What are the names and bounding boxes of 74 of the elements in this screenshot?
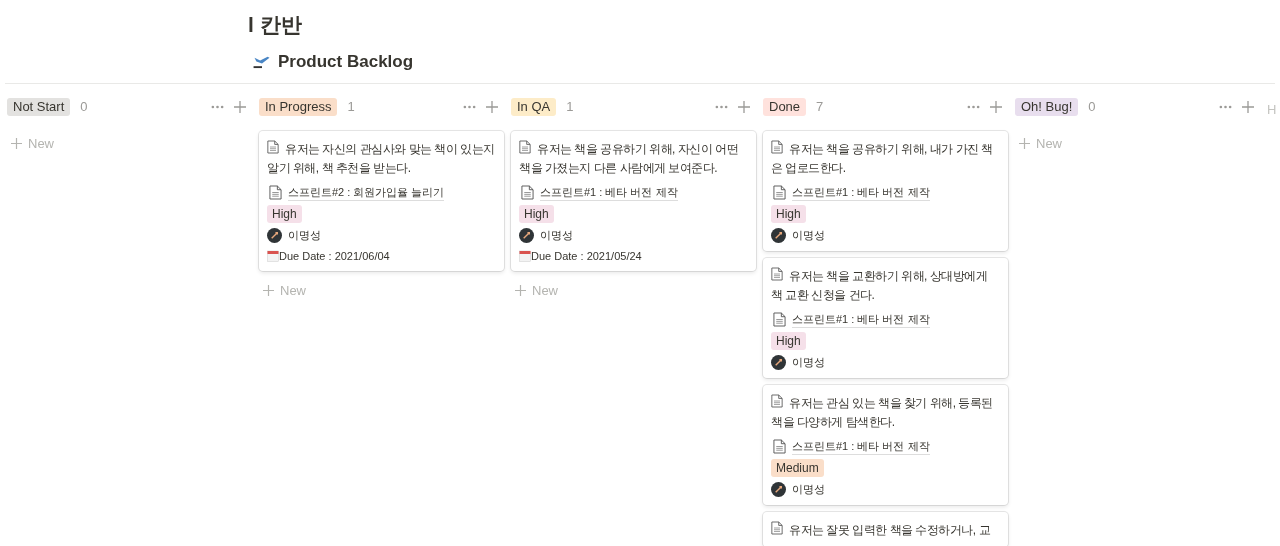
- sprint-link[interactable]: 스프린트#1 : 베타 버전 제작: [792, 183, 930, 201]
- add-icon: [263, 285, 274, 297]
- document-icon: [771, 393, 783, 408]
- card-title: 유저는 책을 공유하기 위해, 내가 가진 책은 업로드한다.: [771, 139, 994, 177]
- card-count: 1: [347, 97, 355, 116]
- more-icon[interactable]: [211, 104, 224, 109]
- document-icon: [773, 184, 786, 200]
- due-date: Due Date : 2021/06/04: [279, 248, 390, 264]
- card-count: 0: [1088, 97, 1096, 116]
- document-icon: [267, 139, 279, 154]
- card-title: 유저는 잘못 입력한 책을 수정하거나, 교: [771, 520, 990, 540]
- assignee-name: 이명성: [792, 228, 825, 243]
- priority-tag: High: [519, 205, 554, 223]
- add-icon: [515, 285, 526, 297]
- add-icon[interactable]: [990, 100, 1002, 113]
- document-icon: [771, 266, 783, 281]
- more-icon[interactable]: [1219, 104, 1232, 109]
- column-tag: In QA: [511, 97, 557, 116]
- assignee-name: 이명성: [540, 228, 573, 243]
- document-icon: [771, 520, 783, 535]
- avatar-icon: [771, 354, 786, 370]
- document-icon: [771, 139, 783, 154]
- add-icon[interactable]: [738, 100, 750, 113]
- assignee-name: 이명성: [792, 355, 825, 370]
- task-card[interactable]: 유저는 책을 공유하기 위해, 내가 가진 책은 업로드한다. 스프린트#1 : 베타 버전 제작 High 이명성: [763, 130, 1008, 251]
- calendar-icon: [519, 249, 531, 262]
- task-card[interactable]: 유저는 잘못 입력한 책을 수정하거나, 교: [763, 511, 1008, 546]
- document-icon: [773, 311, 786, 327]
- card-count: 1: [566, 97, 574, 116]
- avatar-icon: [267, 227, 282, 243]
- column-tag: H: [1267, 101, 1277, 117]
- sprint-link[interactable]: 스프린트#1 : 베타 버전 제작: [540, 183, 678, 201]
- sprint-link[interactable]: 스프린트#1 : 베타 버전 제작: [792, 310, 930, 328]
- document-icon: [773, 438, 786, 454]
- document-icon: [521, 184, 534, 200]
- card-title: 유저는 자신의 관심사와 맞는 책이 있는지 알기 위해, 책 추천을 받는다.: [267, 139, 496, 177]
- column-tag: Done: [763, 97, 807, 116]
- add-icon: [11, 137, 22, 149]
- avatar-icon: [771, 481, 786, 497]
- card-title: 유저는 책을 교환하기 위해, 상대방에게 책 교환 신청을 건다.: [771, 266, 989, 304]
- avatar-icon: [519, 227, 534, 243]
- add-icon[interactable]: [1242, 100, 1254, 113]
- priority-tag: High: [771, 332, 806, 350]
- avatar-icon: [771, 227, 786, 243]
- document-icon: [269, 184, 282, 200]
- task-card[interactable]: 유저는 자신의 관심사와 맞는 책이 있는지 알기 위해, 책 추천을 받는다. 스프린트#2 : 회원가입율 늘리기 High 이명성 Due Date : 2021/06/04: [259, 130, 504, 271]
- column-tag: Oh! Bug!: [1015, 97, 1079, 116]
- due-date: Due Date : 2021/05/24: [531, 248, 642, 264]
- sprint-link[interactable]: 스프린트#2 : 회원가입율 늘리기: [288, 183, 445, 201]
- column-tag: Not Start: [7, 97, 71, 116]
- priority-tag: High: [267, 205, 302, 223]
- column-tag: In Progress: [259, 97, 338, 116]
- assignee-name: 이명성: [792, 482, 825, 497]
- calendar-icon: [267, 249, 279, 262]
- assignee-name: 이명성: [288, 228, 321, 243]
- add-icon: [1019, 137, 1030, 149]
- task-card[interactable]: 유저는 관심 있는 책을 찾기 위해, 등록된 책을 다양하게 탐색한다. 스프린트#1 : 베타 버전 제작 Medium 이명성: [763, 384, 1008, 505]
- more-icon[interactable]: [715, 104, 728, 109]
- document-icon: [519, 139, 531, 154]
- task-card[interactable]: 유저는 책을 공유하기 위해, 자신이 어떤 책을 가졌는지 다른 사람에게 보여준다. 스프린트#1 : 베타 버전 제작 High 이명성 Due Date : 2021/05/24: [511, 130, 756, 271]
- task-card[interactable]: 유저는 책을 교환하기 위해, 상대방에게 책 교환 신청을 건다. 스프린트#1 : 베타 버전 제작 High 이명성: [763, 257, 1008, 378]
- view-title[interactable]: Product Backlog: [278, 49, 414, 75]
- priority-tag: Medium: [771, 459, 824, 477]
- sprint-link[interactable]: 스프린트#1 : 베타 버전 제작: [792, 437, 930, 455]
- more-icon[interactable]: [463, 104, 476, 109]
- card-title: 유저는 책을 공유하기 위해, 자신이 어떤 책을 가졌는지 다른 사람에게 보여준다.: [519, 139, 739, 177]
- add-icon[interactable]: [234, 100, 246, 113]
- more-icon[interactable]: [967, 104, 980, 109]
- priority-tag: High: [771, 205, 806, 223]
- card-title: 유저는 관심 있는 책을 찾기 위해, 등록된 책을 다양하게 탐색한다.: [771, 393, 994, 431]
- card-count: 7: [816, 97, 824, 116]
- add-icon[interactable]: [486, 100, 498, 113]
- card-count: 0: [80, 97, 88, 116]
- page-title: l 칸반: [248, 12, 302, 38]
